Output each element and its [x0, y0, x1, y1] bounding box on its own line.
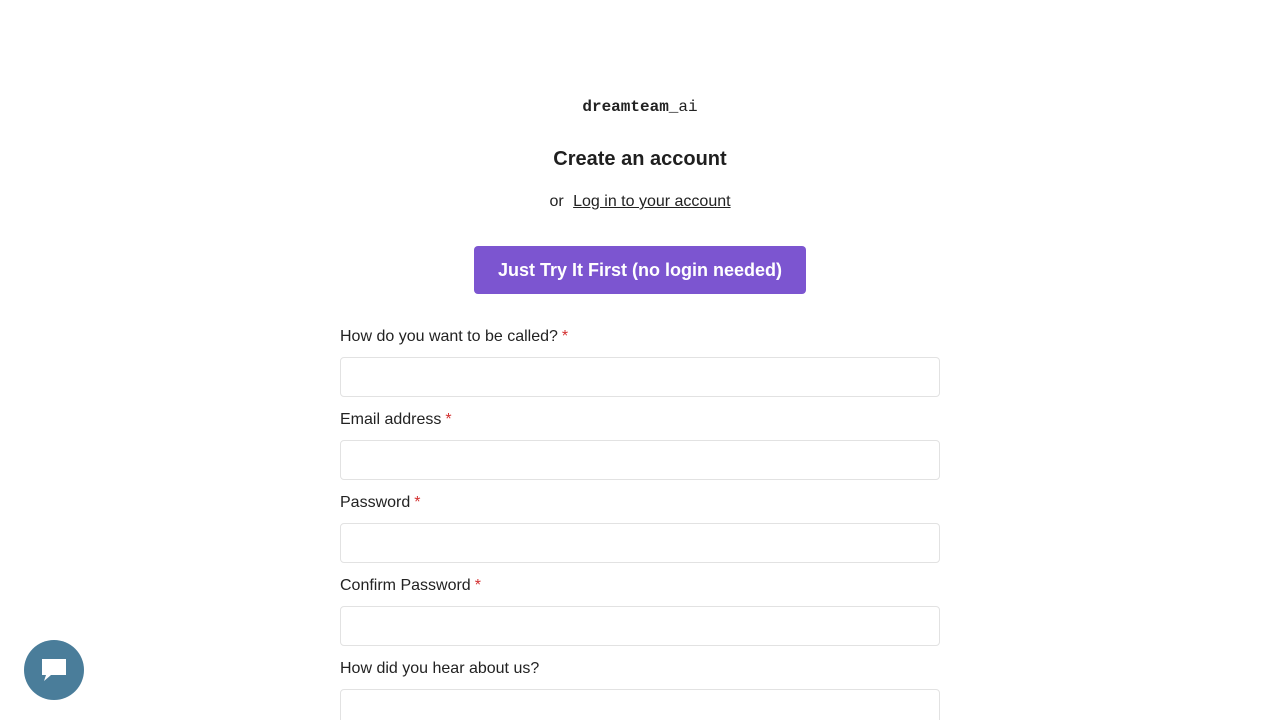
- chat-widget-button[interactable]: [24, 640, 84, 700]
- chat-bubble-icon: [42, 659, 66, 681]
- logo: dreamteam_ai: [0, 97, 1280, 117]
- try-without-login-button[interactable]: Just Try It First (no login needed): [474, 246, 806, 294]
- login-link[interactable]: Log in to your account: [573, 193, 730, 210]
- required-marker: *: [474, 577, 481, 594]
- required-marker: *: [445, 411, 452, 428]
- name-input[interactable]: [340, 357, 940, 397]
- login-prompt: or Log in to your account: [0, 192, 1280, 212]
- required-marker: *: [561, 328, 569, 345]
- confirm-password-label: Confirm Password *: [340, 577, 481, 594]
- confirm-password-input[interactable]: [340, 606, 940, 646]
- signup-form: How do you want to be called? * Email add…: [340, 326, 940, 720]
- referral-input[interactable]: [340, 689, 940, 720]
- name-field-group: How do you want to be called? *: [340, 326, 940, 397]
- email-input[interactable]: [340, 440, 940, 480]
- page-title: Create an account: [553, 148, 727, 170]
- or-text: or: [549, 193, 564, 210]
- required-marker: *: [414, 494, 421, 511]
- name-label: How do you want to be called? *: [340, 328, 569, 345]
- logo-wordmark: dreamteam: [582, 98, 669, 116]
- confirm-password-field-group: Confirm Password *: [340, 575, 940, 646]
- email-field-group: Email address *: [340, 409, 940, 480]
- password-label: Password *: [340, 494, 421, 511]
- signup-page: dreamteam_ai Create an account or Log in…: [0, 0, 1280, 720]
- email-label: Email address *: [340, 411, 452, 428]
- referral-label: How did you hear about us?: [340, 660, 540, 677]
- referral-field-group: How did you hear about us?: [340, 658, 940, 720]
- password-input[interactable]: [340, 523, 940, 563]
- password-field-group: Password *: [340, 492, 940, 563]
- logo-suffix: _ai: [668, 98, 698, 116]
